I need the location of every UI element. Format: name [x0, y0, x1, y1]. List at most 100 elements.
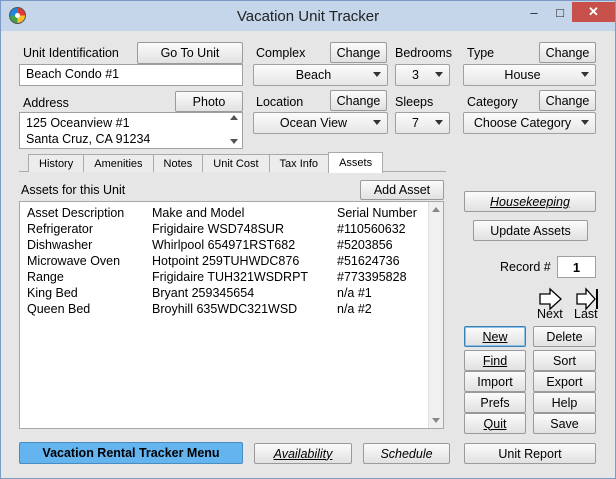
unit-id-label: Unit Identification	[23, 46, 119, 60]
tab-assets[interactable]: Assets	[328, 152, 384, 173]
sort-button[interactable]: Sort	[533, 350, 596, 371]
complex-select[interactable]: Beach	[253, 64, 388, 86]
unit-id-field[interactable]: Beach Condo #1	[19, 64, 243, 86]
quit-button[interactable]: Quit	[464, 413, 526, 434]
asset-serial: n/a #1	[337, 286, 372, 300]
complex-label: Complex	[256, 46, 306, 60]
chevron-down-icon	[435, 72, 443, 77]
location-change-button[interactable]: Change	[330, 90, 387, 111]
import-button[interactable]: Import	[464, 371, 526, 392]
tab-unit-cost[interactable]: Unit Cost	[202, 154, 270, 172]
table-scrollbar[interactable]	[428, 202, 443, 428]
table-row[interactable]: Queen Bed Broyhill 635WDC321WSD n/a #2	[20, 302, 425, 318]
add-asset-button[interactable]: Add Asset	[360, 180, 444, 200]
update-assets-button[interactable]: Update Assets	[473, 220, 588, 241]
export-label: Export	[546, 374, 583, 389]
asset-serial: #110560632	[337, 222, 406, 236]
update-assets-label: Update Assets	[490, 223, 571, 238]
sleeps-value: 7	[412, 116, 419, 130]
table-row[interactable]: Refrigerator Frigidaire WSD748SUR #11056…	[20, 222, 425, 238]
asset-description: Dishwasher	[27, 238, 93, 252]
tab-history[interactable]: History	[28, 154, 85, 172]
schedule-button[interactable]: Schedule	[363, 443, 450, 464]
add-asset-label: Add Asset	[373, 183, 431, 197]
column-header: Serial Number	[337, 206, 417, 220]
type-change-button[interactable]: Change	[539, 42, 596, 63]
help-button[interactable]: Help	[533, 392, 596, 413]
import-label: Import	[477, 374, 513, 389]
type-value: House	[504, 68, 541, 82]
scroll-down-icon[interactable]	[432, 418, 440, 423]
asset-make-model: Frigidaire WSD748SUR	[152, 222, 284, 236]
category-value: Choose Category	[473, 116, 572, 130]
chevron-down-icon	[435, 120, 443, 125]
location-label: Location	[256, 95, 304, 109]
new-label: New	[482, 329, 508, 344]
window-title: Vacation Unit Tracker	[236, 7, 380, 25]
asset-serial: #5203856	[337, 238, 393, 252]
export-button[interactable]: Export	[533, 371, 596, 392]
asset-serial: #51624736	[337, 254, 400, 268]
find-label: Find	[482, 353, 508, 368]
category-select[interactable]: Choose Category	[463, 112, 596, 134]
chevron-down-icon	[373, 120, 381, 125]
save-button[interactable]: Save	[533, 413, 596, 434]
tab-notes[interactable]: Notes	[152, 154, 204, 172]
maximize-button[interactable]: □	[547, 2, 573, 22]
prefs-button[interactable]: Prefs	[464, 392, 526, 413]
bedrooms-select[interactable]: 3	[395, 64, 450, 86]
tab-amenities[interactable]: Amenities	[83, 154, 154, 172]
location-value: Ocean View	[279, 116, 348, 130]
delete-button[interactable]: Delete	[533, 326, 596, 347]
sort-label: Sort	[553, 353, 576, 368]
tracker-menu-button[interactable]: Vacation Rental Tracker Menu	[19, 442, 243, 464]
go-to-unit-button[interactable]: Go To Unit	[137, 42, 243, 64]
table-row[interactable]: Dishwasher Whirlpool 654971RST682 #52038…	[20, 238, 425, 254]
availability-label: Availability	[273, 446, 333, 461]
housekeeping-label: Housekeeping	[490, 194, 570, 209]
last-label[interactable]: Last	[574, 307, 598, 321]
table-row[interactable]: Range Frigidaire TUH321WSDRPT #773395828	[20, 270, 425, 286]
go-to-unit-label: Go To Unit	[160, 46, 220, 60]
availability-button[interactable]: Availability	[254, 443, 352, 464]
assets-table[interactable]: Asset Description Make and Model Serial …	[19, 201, 444, 429]
address-scroll-down-icon[interactable]	[230, 139, 238, 144]
sleeps-select[interactable]: 7	[395, 112, 450, 134]
next-label[interactable]: Next	[537, 307, 563, 321]
record-label: Record #	[500, 260, 551, 274]
record-number-field[interactable]: 1	[557, 256, 596, 278]
asset-make-model: Frigidaire TUH321WSDRPT	[152, 270, 309, 284]
tab-bar: History Amenities Notes Unit Cost Tax In…	[28, 152, 384, 173]
type-select[interactable]: House	[463, 64, 596, 86]
delete-label: Delete	[546, 329, 583, 344]
housekeeping-button[interactable]: Housekeeping	[464, 191, 596, 212]
bedrooms-value: 3	[412, 68, 419, 82]
asset-description: King Bed	[27, 286, 78, 300]
find-button[interactable]: Find	[464, 350, 526, 371]
asset-description: Microwave Oven	[27, 254, 121, 268]
tracker-menu-label: Vacation Rental Tracker Menu	[42, 446, 220, 460]
unit-report-button[interactable]: Unit Report	[464, 443, 596, 464]
type-label: Type	[467, 46, 495, 60]
column-header: Make and Model	[152, 206, 245, 220]
type-change-label: Change	[545, 45, 590, 60]
close-button[interactable]: ✕	[572, 2, 615, 22]
minimize-button[interactable]: –	[521, 2, 547, 22]
tab-tax-info[interactable]: Tax Info	[268, 154, 330, 172]
new-button[interactable]: New	[464, 326, 526, 347]
table-row[interactable]: Microwave Oven Hotpoint 259TUHWDC876 #51…	[20, 254, 425, 270]
address-field[interactable]: 125 Oceanview #1 Santa Cruz, CA 91234	[19, 112, 243, 149]
prefs-label: Prefs	[480, 395, 510, 410]
address-scroll-up-icon[interactable]	[230, 115, 238, 120]
scroll-up-icon[interactable]	[432, 207, 440, 212]
photo-button[interactable]: Photo	[175, 91, 243, 112]
location-select[interactable]: Ocean View	[253, 112, 388, 134]
asset-make-model: Hotpoint 259TUHWDC876	[152, 254, 300, 268]
category-label: Category	[467, 95, 518, 109]
table-row[interactable]: King Bed Bryant 259345654 n/a #1	[20, 286, 425, 302]
address-line-2: Santa Cruz, CA 91234	[26, 132, 151, 146]
quit-label: Quit	[483, 416, 507, 431]
complex-change-button[interactable]: Change	[330, 42, 387, 63]
category-change-button[interactable]: Change	[539, 90, 596, 111]
app-window: Vacation Unit Tracker – □ ✕ Unit Identif…	[0, 0, 616, 479]
